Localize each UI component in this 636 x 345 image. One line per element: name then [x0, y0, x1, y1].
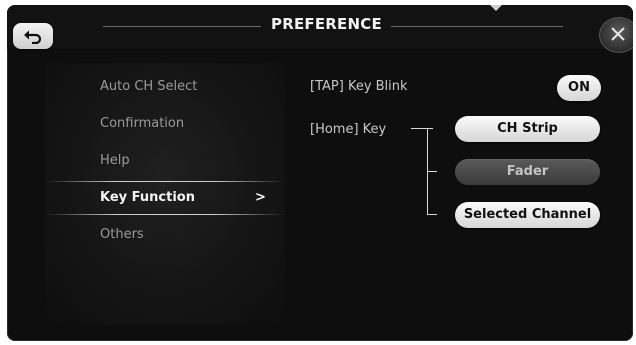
selection-highlight-bottom	[45, 214, 285, 215]
title-rule-right	[391, 26, 563, 27]
title-bar: PREFERENCE	[7, 5, 633, 53]
back-button[interactable]	[13, 23, 53, 49]
sidebar-item-help[interactable]: Help	[45, 147, 285, 175]
home-key-label: [Home] Key	[310, 122, 387, 137]
connector-top	[411, 128, 433, 129]
preference-window: PREFERENCE Auto CH Select Confirmation H…	[7, 5, 633, 341]
tap-key-blink-label: [TAP] Key Blink	[310, 79, 408, 94]
connector-bottom	[427, 214, 437, 215]
home-key-option-selected-channel[interactable]: Selected Channel	[455, 202, 600, 228]
back-arrow-icon	[24, 30, 42, 44]
sidebar-item-label: Confirmation	[100, 116, 185, 131]
close-button[interactable]	[599, 17, 633, 53]
home-key-option-ch-strip[interactable]: CH Strip	[455, 116, 600, 142]
sidebar-item-auto-ch-select[interactable]: Auto CH Select	[45, 73, 285, 101]
sidebar-item-label: Help	[100, 153, 130, 168]
sidebar-item-label: Others	[100, 227, 144, 242]
sidebar-item-key-function[interactable]: Key Function >	[45, 181, 285, 215]
selection-highlight-top	[45, 181, 285, 182]
pointer-notch	[490, 5, 502, 11]
sidebar-menu: Auto CH Select Confirmation Help Key Fun…	[45, 63, 285, 325]
close-icon	[611, 27, 625, 41]
home-key-option-fader[interactable]: Fader	[455, 159, 600, 185]
sidebar-item-label: Key Function	[100, 190, 195, 205]
title-rule-left	[103, 26, 261, 27]
chevron-right-icon: >	[255, 190, 266, 205]
tap-key-blink-toggle[interactable]: ON	[557, 75, 601, 101]
page-title: PREFERENCE	[271, 15, 382, 33]
sidebar-item-others[interactable]: Others	[45, 221, 285, 249]
sidebar-item-label: Auto CH Select	[100, 79, 198, 94]
connector-middle	[427, 171, 437, 172]
sidebar-item-confirmation[interactable]: Confirmation	[45, 110, 285, 138]
